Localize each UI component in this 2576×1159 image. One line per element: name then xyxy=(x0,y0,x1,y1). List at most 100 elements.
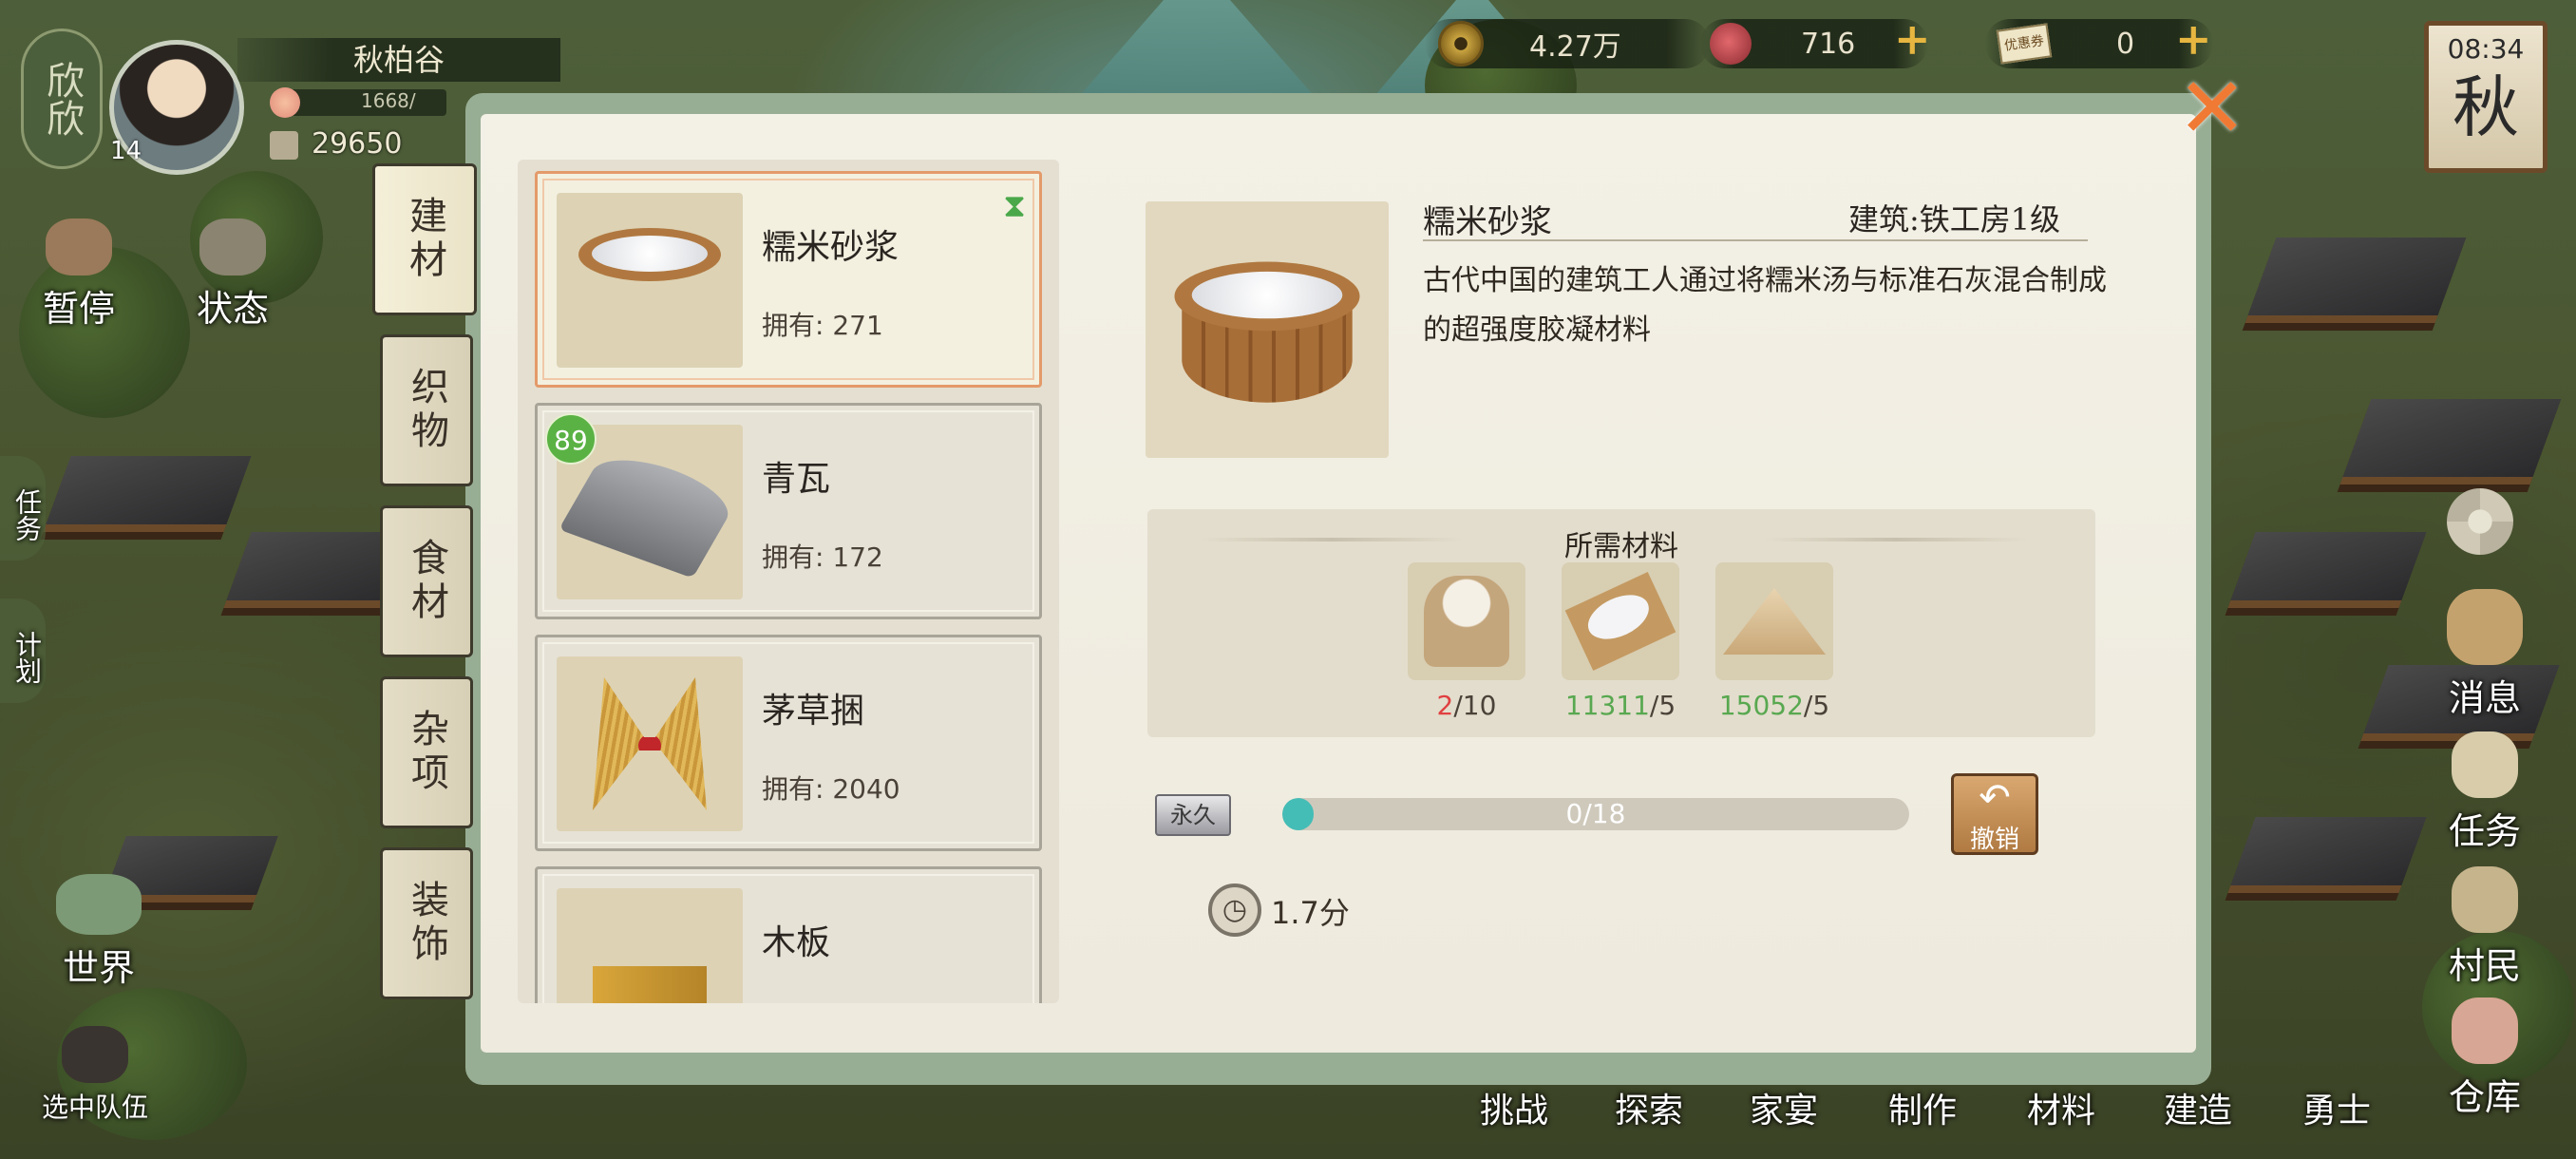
recipe-item-count: 拥有: 172 xyxy=(762,542,883,573)
wood-plank-icon xyxy=(557,888,743,1003)
task-side-button[interactable]: 任务 xyxy=(0,456,46,560)
close-icon[interactable]: ✕ xyxy=(2177,66,2247,150)
straw-bundle-icon xyxy=(557,656,743,831)
pause-label: 暂停 xyxy=(42,288,115,330)
menu-materials[interactable]: 材料 xyxy=(2027,1083,2095,1132)
task-side-label: 任务 xyxy=(11,488,43,542)
tasks-button[interactable]: 任务 xyxy=(2428,732,2542,854)
hourglass-icon: ⧗ xyxy=(1003,187,1026,225)
messages-button[interactable]: 消息 xyxy=(2428,589,2542,721)
tasks-label: 任务 xyxy=(2448,810,2521,852)
clock-icon: ◷ xyxy=(1208,884,1261,937)
level-badge: 89 xyxy=(545,413,597,465)
recipe-item-plank[interactable]: 木板 xyxy=(535,866,1042,1003)
warehouse-icon xyxy=(2452,998,2518,1064)
player-level: 14 xyxy=(110,137,142,165)
material-qty-rice: 2/10 xyxy=(1381,690,1552,721)
flour-icon xyxy=(1564,571,1676,672)
materials-title: 所需材料 xyxy=(1564,530,1678,563)
material-slot-flour[interactable] xyxy=(1562,562,1679,680)
craft-time: 1.7分 xyxy=(1271,895,1350,931)
menu-banquet[interactable]: 家宴 xyxy=(1750,1083,1818,1132)
world-label: 世界 xyxy=(62,947,135,989)
warehouse-label: 仓库 xyxy=(2448,1076,2521,1118)
population-icon xyxy=(270,131,298,160)
material-slot-rice[interactable] xyxy=(1408,562,1525,680)
material-need: /10 xyxy=(1453,690,1497,721)
material-have: 2 xyxy=(1436,690,1454,721)
recipe-item-mortar[interactable]: 糯米砂浆 拥有: 271 ⧗ xyxy=(535,171,1042,388)
permanent-toggle[interactable]: 永久 xyxy=(1155,794,1231,836)
recipe-item-tile[interactable]: 89 青瓦 拥有: 172 xyxy=(535,403,1042,619)
recipe-item-count: 拥有: 2040 xyxy=(762,773,900,805)
flower-icon[interactable] xyxy=(2447,488,2513,555)
recipe-item-count: 拥有: 271 xyxy=(762,310,883,341)
pause-icon xyxy=(46,218,112,276)
recipe-item-name: 茅草捆 xyxy=(762,692,865,731)
tab-decorations[interactable]: 装饰 xyxy=(380,847,473,999)
detail-mortar-bucket-icon xyxy=(1146,201,1389,458)
tab-misc[interactable]: 杂项 xyxy=(380,676,473,828)
required-materials: 所需材料 2/10 11311/5 15052/5 xyxy=(1147,509,2095,737)
player-name: 秋柏谷 xyxy=(237,38,560,82)
message-bell-icon xyxy=(2447,589,2523,665)
coins-value: 4.27万 xyxy=(1529,30,1621,64)
detail-building-requirement: 建筑:铁工房1级 xyxy=(1848,201,2061,238)
status-icon xyxy=(199,218,266,276)
add-cards-button[interactable]: + xyxy=(2175,13,2212,65)
craft-queue-progress-text: 0/18 xyxy=(1565,798,1626,829)
select-team-button[interactable]: 选中队伍 xyxy=(28,1026,161,1125)
messages-label: 消息 xyxy=(2448,677,2521,719)
plan-side-button[interactable]: 计划 xyxy=(0,598,46,703)
peach-icon xyxy=(270,87,300,118)
detail-description: 古代中国的建筑工人通过将糯米汤与标准石灰混合制成的超强度胶凝材料 xyxy=(1423,264,2107,347)
menu-challenge[interactable]: 挑战 xyxy=(1480,1083,1548,1132)
team-icon xyxy=(62,1026,128,1083)
season-clock: 08:34 秋 xyxy=(2424,21,2548,173)
tab-building-materials[interactable]: 建材 xyxy=(372,163,477,315)
recipe-item-name: 青瓦 xyxy=(762,460,831,499)
villagers-button[interactable]: 村民 xyxy=(2428,866,2542,989)
clock-time: 08:34 xyxy=(2447,33,2525,65)
tab-fabrics[interactable]: 织物 xyxy=(380,334,473,486)
tab-ingredients[interactable]: 食材 xyxy=(380,505,473,657)
mortar-bucket-icon xyxy=(557,193,743,368)
menu-craft[interactable]: 制作 xyxy=(1888,1083,1957,1132)
menu-warrior[interactable]: 勇士 xyxy=(2302,1083,2371,1132)
exp-text: 1668/ xyxy=(361,89,416,112)
pause-button[interactable]: 暂停 xyxy=(27,218,131,332)
undo-label: 撤销 xyxy=(1969,826,2019,854)
detail-title: 糯米砂浆 xyxy=(1423,203,1552,241)
undo-arrow-icon: ↶ xyxy=(1979,776,2011,820)
player-logo[interactable]: 欣欣 xyxy=(21,28,103,169)
add-roses-button[interactable]: + xyxy=(1894,13,1931,65)
recipe-list[interactable]: 糯米砂浆 拥有: 271 ⧗ 89 青瓦 拥有: 172 茅草捆 拥有: 204… xyxy=(518,160,1059,1003)
material-need: /5 xyxy=(1649,690,1676,721)
material-have: 15052 xyxy=(1718,690,1804,721)
material-slot-lime[interactable] xyxy=(1715,562,1833,680)
recipe-item-straw[interactable]: 茅草捆 拥有: 2040 xyxy=(535,635,1042,851)
undo-button[interactable]: ↶ 撤销 xyxy=(1951,773,2038,855)
detail-divider xyxy=(1423,239,2088,241)
warehouse-button[interactable]: 仓库 xyxy=(2428,998,2542,1120)
coupon-icon: 优惠券 xyxy=(1996,23,2053,65)
plan-side-label: 计划 xyxy=(11,631,43,684)
recipe-item-name: 木板 xyxy=(762,923,831,962)
world-button[interactable]: 世界 xyxy=(42,874,156,991)
lime-powder-icon xyxy=(1723,588,1826,655)
material-qty-flour: 11311/5 xyxy=(1535,690,1706,721)
rice-sack-icon xyxy=(1424,576,1509,667)
villagers-label: 村民 xyxy=(2448,945,2521,987)
scroll-icon xyxy=(2452,732,2518,798)
status-button[interactable]: 状态 xyxy=(180,218,285,332)
menu-explore[interactable]: 探索 xyxy=(1615,1083,1683,1132)
select-team-label: 选中队伍 xyxy=(41,1092,148,1123)
menu-build[interactable]: 建造 xyxy=(2164,1083,2232,1132)
material-qty-lime: 15052/5 xyxy=(1689,690,1860,721)
coin-icon xyxy=(1438,21,1484,66)
world-map-icon xyxy=(56,874,142,935)
clock-season: 秋 xyxy=(2453,68,2519,146)
recipe-item-name: 糯米砂浆 xyxy=(762,228,900,267)
villager-icon xyxy=(2452,866,2518,933)
player-logo-text: 欣欣 xyxy=(40,61,84,137)
